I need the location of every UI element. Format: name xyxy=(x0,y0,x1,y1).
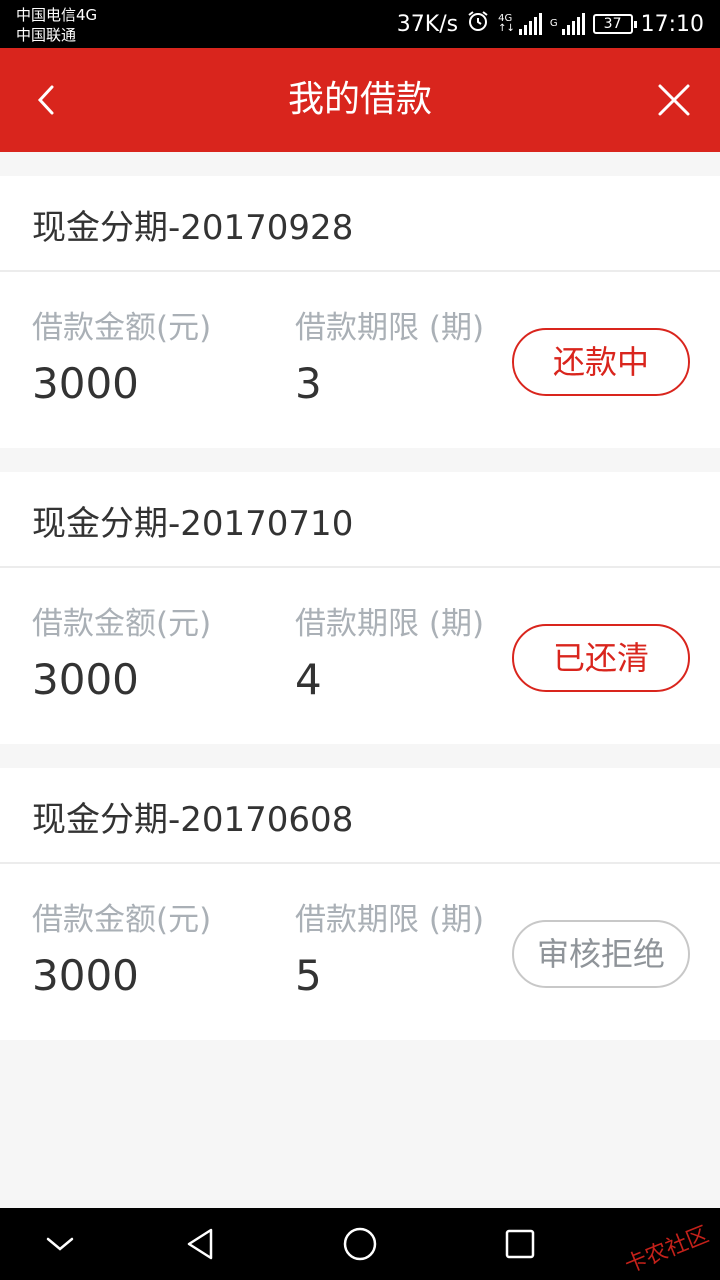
triangle-back-icon xyxy=(187,1228,213,1260)
chevron-left-icon xyxy=(37,85,54,115)
loan-amount-label: 借款金额(元) xyxy=(32,310,212,346)
loan-amount: 借款金额(元) 3000 xyxy=(32,308,211,410)
chevron-down-icon xyxy=(46,1237,74,1251)
loan-amount-value: 3000 xyxy=(32,655,139,704)
nav-home-button[interactable] xyxy=(320,1216,400,1272)
network-type-1: 4G ↑↓ xyxy=(498,14,515,34)
loan-term-label: 借款期限 (期) xyxy=(295,606,485,642)
status-bar: 中国电信4G 中国联通 37K/s 4G ↑↓ G 37 17:10 xyxy=(0,0,720,48)
hide-nav-button[interactable] xyxy=(20,1216,100,1272)
loan-term: 借款期限 (期) 5 xyxy=(295,900,484,1002)
close-icon xyxy=(658,84,690,116)
loan-title: 现金分期-20170928 xyxy=(0,176,720,272)
network-type-2-label: G xyxy=(549,18,558,29)
loan-details: 借款金额(元) 3000 借款期限 (期) 5 审核拒绝 xyxy=(0,864,720,1040)
loan-term-value: 4 xyxy=(295,655,322,704)
app-bar: 我的借款 xyxy=(0,48,720,152)
loan-details: 借款金额(元) 3000 借款期限 (期) 3 还款中 xyxy=(0,272,720,448)
status-indicators: 37K/s 4G ↑↓ G 37 17:10 xyxy=(397,0,704,48)
carrier-info: 中国电信4G 中国联通 xyxy=(16,5,97,45)
network-type-1-arrows: ↑↓ xyxy=(498,23,515,34)
loan-details: 借款金额(元) 3000 借款期限 (期) 4 已还清 xyxy=(0,568,720,744)
square-recents-icon xyxy=(505,1229,535,1259)
nav-recents-button[interactable] xyxy=(480,1216,560,1272)
loan-term-value: 3 xyxy=(295,359,322,408)
loan-card[interactable]: 现金分期-20170710 借款金额(元) 3000 借款期限 (期) 4 已还… xyxy=(0,472,720,744)
loan-amount: 借款金额(元) 3000 xyxy=(32,604,211,706)
battery-icon: 37 xyxy=(592,14,637,34)
loan-card[interactable]: 现金分期-20170608 借款金额(元) 3000 借款期限 (期) 5 审核… xyxy=(0,768,720,1040)
loan-title: 现金分期-20170608 xyxy=(0,768,720,864)
navigation-bar: 卡农社区 xyxy=(0,1208,720,1280)
loan-amount-value: 3000 xyxy=(32,951,139,1000)
nav-back-button[interactable] xyxy=(160,1216,240,1272)
battery-level: 37 xyxy=(603,16,622,32)
status-badge[interactable]: 已还清 xyxy=(512,624,690,692)
loan-term-label: 借款期限 (期) xyxy=(295,902,485,938)
carrier-2: 中国联通 xyxy=(16,26,77,44)
status-badge[interactable]: 审核拒绝 xyxy=(512,920,690,988)
loan-list: 现金分期-20170928 借款金额(元) 3000 借款期限 (期) 3 还款… xyxy=(0,176,720,1064)
alarm-icon xyxy=(466,9,490,39)
signal-icon-2 xyxy=(561,13,585,35)
clock: 17:10 xyxy=(640,11,704,37)
signal-icon-1 xyxy=(518,13,542,35)
loan-amount-label: 借款金额(元) xyxy=(32,606,212,642)
loan-term-value: 5 xyxy=(295,951,322,1000)
loan-card[interactable]: 现金分期-20170928 借款金额(元) 3000 借款期限 (期) 3 还款… xyxy=(0,176,720,448)
status-badge[interactable]: 还款中 xyxy=(512,328,690,396)
loan-term: 借款期限 (期) 4 xyxy=(295,604,484,706)
circle-home-icon xyxy=(343,1227,377,1261)
loan-term-label: 借款期限 (期) xyxy=(295,310,485,346)
watermark: 卡农社区 xyxy=(621,1222,713,1279)
loan-amount-value: 3000 xyxy=(32,359,139,408)
network-speed: 37K/s xyxy=(396,11,459,37)
carrier-1: 中国电信4G xyxy=(16,6,98,24)
back-button[interactable] xyxy=(16,70,76,130)
loan-title: 现金分期-20170710 xyxy=(0,472,720,568)
loan-amount-label: 借款金额(元) xyxy=(32,902,212,938)
close-button[interactable] xyxy=(644,70,704,130)
loan-term: 借款期限 (期) 3 xyxy=(295,308,484,410)
loan-amount: 借款金额(元) 3000 xyxy=(32,900,211,1002)
page-title: 我的借款 xyxy=(287,79,432,120)
network-type-2: G xyxy=(550,19,558,29)
